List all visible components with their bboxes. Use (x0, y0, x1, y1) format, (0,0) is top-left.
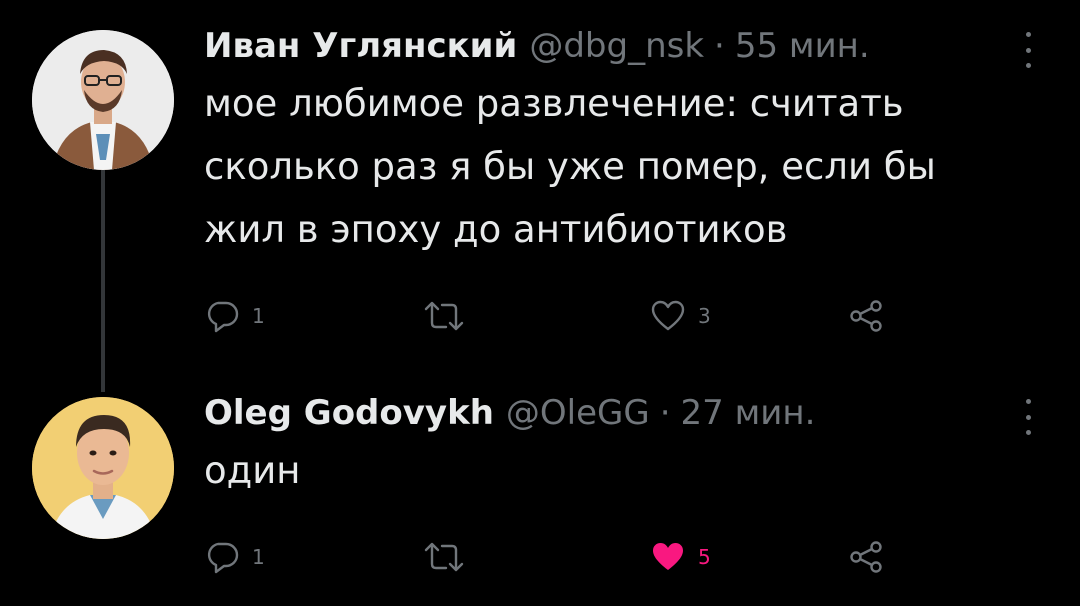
timestamp[interactable]: 27 мин. (681, 391, 816, 435)
timestamp[interactable]: 55 мин. (735, 24, 870, 68)
share-button[interactable] (848, 537, 884, 577)
tweet-header: Oleg Godovykh @OleGG · 27 мин. (204, 391, 1040, 435)
author-name[interactable]: Oleg Godovykh (204, 391, 494, 435)
author-handle[interactable]: @dbg_nsk (529, 24, 704, 68)
more-dot (1025, 430, 1031, 435)
retweet-icon (424, 542, 464, 572)
tweet[interactable]: Oleg Godovykh @OleGG · 27 мин. один 1 5 (204, 391, 1040, 574)
retweet-button[interactable] (422, 537, 478, 577)
avatar[interactable] (32, 397, 174, 539)
more-dot (1025, 399, 1031, 404)
like-button[interactable]: 5 (650, 537, 711, 577)
reply-icon (207, 542, 239, 574)
retweet-icon (424, 301, 464, 331)
tweet[interactable]: Иван Углянский @dbg_nsk · 55 мин. мое лю… (204, 24, 1040, 333)
header-separator: · (659, 393, 671, 433)
retweet-button[interactable] (422, 296, 478, 336)
tweet-text: один (204, 449, 301, 492)
tweet-actions: 1 3 (204, 296, 904, 336)
reply-count: 1 (252, 545, 265, 569)
thread-connector-line (101, 170, 105, 392)
like-count: 5 (698, 545, 711, 569)
share-icon (850, 541, 882, 573)
more-dot (1025, 32, 1031, 37)
author-name[interactable]: Иван Углянский (204, 24, 517, 68)
heart-filled-icon (653, 543, 683, 570)
share-icon (850, 300, 882, 332)
more-options-icon[interactable] (1016, 399, 1040, 435)
more-options-icon[interactable] (1016, 32, 1040, 68)
reply-button[interactable]: 1 (204, 537, 265, 577)
reply-icon (207, 301, 239, 333)
share-button[interactable] (848, 296, 884, 336)
header-separator: · (714, 26, 725, 66)
more-dot (1025, 47, 1031, 53)
reply-button[interactable]: 1 (204, 296, 265, 336)
tweet-header: Иван Углянский @dbg_nsk · 55 мин. (204, 24, 1040, 68)
avatar[interactable] (32, 30, 174, 170)
reply-count: 1 (252, 304, 265, 328)
like-count: 3 (698, 304, 711, 328)
more-dot (1025, 63, 1031, 68)
author-handle[interactable]: @OleGG (506, 391, 650, 435)
more-dot (1025, 414, 1031, 420)
heart-outline-icon (651, 300, 685, 331)
user-avatar-icon (32, 30, 174, 170)
tweet-text: мое любимое развлечение: считать сколько… (204, 82, 936, 251)
tweet-actions: 1 5 (204, 537, 904, 577)
like-button[interactable]: 3 (650, 296, 711, 336)
user-avatar-icon (32, 397, 174, 539)
